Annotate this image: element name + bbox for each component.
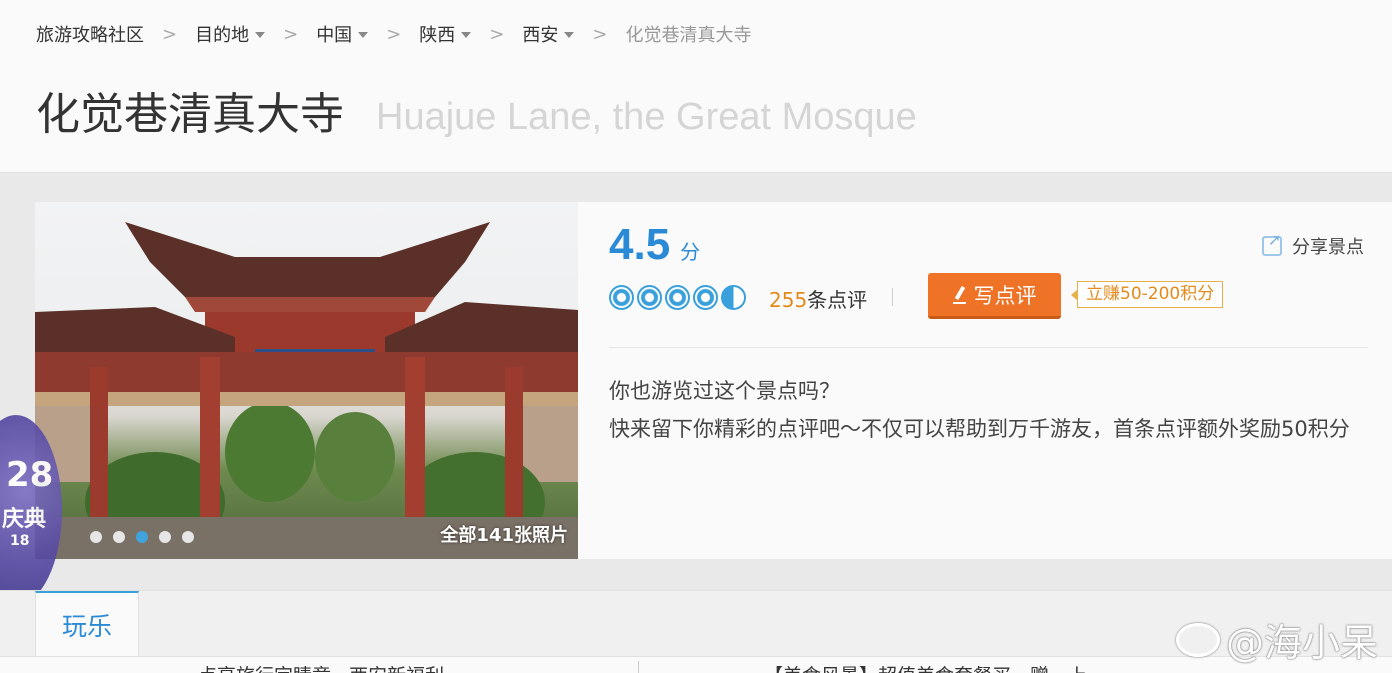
chevron-down-icon xyxy=(564,32,575,38)
breadcrumb: 旅游攻略社区 > 目的地 > 中国 > 陕西 > 西安 > 化觉巷清真大寺 xyxy=(36,20,751,48)
bonus-tooltip: 立赚50-200积分 xyxy=(1070,281,1224,308)
footer-link-right[interactable]: 【美食风景】超值美食套餐买一赠一上 xyxy=(764,661,1087,673)
prompt-body: 快来留下你精彩的点评吧～不仅可以帮助到万千游友，首条点评额外奖励50积分 xyxy=(609,417,1350,441)
tab-play[interactable]: 玩乐 xyxy=(35,591,139,657)
write-review-button[interactable]: 写点评 xyxy=(928,273,1061,319)
watermark: @海小呆 xyxy=(1176,612,1378,667)
all-photos-link[interactable]: 全部141张照片 xyxy=(440,521,568,547)
review-suffix: 条点评 xyxy=(807,288,868,312)
breadcrumb-label: 陕西 xyxy=(419,25,456,46)
weibo-icon xyxy=(1176,622,1220,657)
breadcrumb-home[interactable]: 旅游攻略社区 xyxy=(36,21,144,47)
review-prompt: 你也游览过这个景点吗？ 快来留下你精彩的点评吧～不仅可以帮助到万千游友，首条点评… xyxy=(609,372,1369,448)
chevron-down-icon xyxy=(358,32,369,38)
badge-text: 庆典 xyxy=(2,507,47,532)
breadcrumb-separator: > xyxy=(592,23,608,45)
breadcrumb-separator: > xyxy=(162,23,178,45)
carousel-dot[interactable] xyxy=(159,531,171,543)
breadcrumb-destination[interactable]: 目的地 xyxy=(195,21,266,47)
carousel-dot[interactable] xyxy=(182,531,194,543)
title-chinese: 化觉巷清真大寺 xyxy=(36,89,344,140)
score-value: 4.5 xyxy=(609,220,671,269)
section-divider xyxy=(609,347,1368,348)
write-review-label: 写点评 xyxy=(973,283,1037,308)
half-star-icon xyxy=(721,285,746,310)
chevron-down-icon xyxy=(255,32,266,38)
breadcrumb-current: 化觉巷清真大寺 xyxy=(625,25,752,46)
breadcrumb-separator: > xyxy=(283,23,299,45)
rating-score: 4.5 分 xyxy=(609,220,700,270)
star-icon xyxy=(609,285,634,310)
carousel-dot[interactable] xyxy=(113,531,125,543)
star-icon xyxy=(665,285,690,310)
breadcrumb-separator: > xyxy=(489,23,505,45)
footer-link-left[interactable]: 点亮旅行定睛章 · 西安新福利 xyxy=(198,661,444,673)
breadcrumb-label: 西安 xyxy=(522,25,559,46)
star-icon xyxy=(693,285,718,310)
divider xyxy=(892,288,893,306)
carousel-dots xyxy=(90,531,194,543)
share-label: 分享景点 xyxy=(1292,237,1364,258)
mosque-gate-illustration xyxy=(35,222,578,559)
divider xyxy=(638,661,639,673)
breadcrumb-shaanxi[interactable]: 陕西 xyxy=(419,21,472,47)
badge-text: 18 xyxy=(10,533,30,549)
breadcrumb-china[interactable]: 中国 xyxy=(316,21,369,47)
breadcrumb-label: 中国 xyxy=(316,25,353,46)
prompt-question: 你也游览过这个景点吗？ xyxy=(609,379,840,403)
breadcrumb-label: 目的地 xyxy=(195,25,250,46)
title-english: Huajue Lane, the Great Mosque xyxy=(376,96,917,138)
review-count: 255 xyxy=(769,288,808,312)
breadcrumb-label: 旅游攻略社区 xyxy=(36,25,144,46)
page-title: 化觉巷清真大寺 Huajue Lane, the Great Mosque xyxy=(36,78,917,140)
watermark-text: @海小呆 xyxy=(1226,621,1379,665)
share-button[interactable]: 分享景点 xyxy=(1262,230,1364,259)
star-icon xyxy=(637,285,662,310)
badge-text: 28 xyxy=(6,455,54,495)
carousel-dot[interactable] xyxy=(90,531,102,543)
breadcrumb-xian[interactable]: 西安 xyxy=(522,21,575,47)
star-rating xyxy=(609,285,746,310)
review-count-link[interactable]: 255条点评 xyxy=(769,284,867,313)
score-unit: 分 xyxy=(680,240,701,264)
carousel-dot-active[interactable] xyxy=(136,531,148,543)
breadcrumb-separator: > xyxy=(386,23,402,45)
pencil-icon xyxy=(952,286,966,304)
chevron-down-icon xyxy=(461,32,472,38)
share-icon xyxy=(1262,230,1282,256)
poi-photo[interactable]: 全部141张照片 xyxy=(35,202,578,559)
